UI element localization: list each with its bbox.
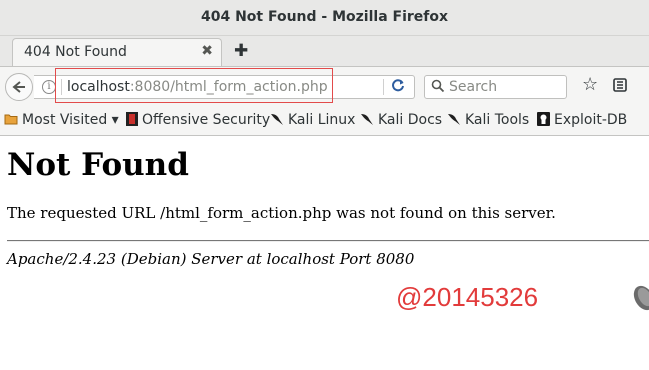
server-signature: Apache/2.4.23 (Debian) Server at localho… xyxy=(7,250,415,268)
bookmark-offensive-security[interactable]: Offensive Security xyxy=(126,112,270,128)
horizontal-rule xyxy=(7,240,649,242)
window-titlebar: 404 Not Found - Mozilla Firefox xyxy=(0,0,649,36)
reload-separator xyxy=(383,79,384,95)
kali-dragon-icon xyxy=(448,114,460,125)
search-input[interactable]: Search xyxy=(424,75,567,99)
tab-strip: 404 Not Found ✖ ✚ xyxy=(0,36,649,67)
bookmark-label: Most Visited ▾ xyxy=(22,112,119,128)
back-arrow-icon[interactable] xyxy=(5,73,33,101)
bookmark-kali-tools[interactable]: Kali Tools xyxy=(447,112,529,128)
bookmark-label: Exploit-DB xyxy=(554,112,628,128)
bookmarks-toolbar: Most Visited ▾ Offensive Security Kali L… xyxy=(0,106,649,136)
tab-close-icon[interactable]: ✖ xyxy=(201,43,213,59)
reload-icon[interactable] xyxy=(391,78,405,96)
bookmark-exploit-db[interactable]: Exploit-DB xyxy=(537,112,627,128)
url-highlight-annotation xyxy=(55,68,333,103)
folder-icon xyxy=(4,114,18,125)
bookmark-label: Offensive Security xyxy=(142,112,271,128)
bookmark-kali-docs[interactable]: Kali Docs xyxy=(360,112,442,128)
error-message: The requested URL /html_form_action.php … xyxy=(7,204,556,222)
tab-label: 404 Not Found xyxy=(24,44,127,60)
bookmark-label: Kali Docs xyxy=(378,112,443,128)
kali-dragon-icon xyxy=(361,114,373,125)
bookmark-kali-linux[interactable]: Kali Linux xyxy=(270,112,355,128)
site-info-icon[interactable]: i xyxy=(42,80,56,94)
student-id-watermark: @20145326 xyxy=(396,282,539,312)
satellite-dish-icon xyxy=(633,285,649,311)
new-tab-plus-icon[interactable]: ✚ xyxy=(234,41,248,61)
reading-list-icon[interactable] xyxy=(612,77,628,93)
bookmark-label: Kali Linux xyxy=(288,112,356,128)
bookmark-most-visited[interactable]: Most Visited ▾ xyxy=(4,112,119,128)
bookmark-label: Kali Tools xyxy=(465,112,530,128)
page-heading: Not Found xyxy=(7,147,189,183)
tab-404-not-found[interactable]: 404 Not Found ✖ xyxy=(12,38,222,67)
search-icon xyxy=(431,79,445,93)
search-placeholder: Search xyxy=(449,79,498,95)
kali-dragon-icon xyxy=(271,114,283,125)
page-content: Not Found The requested URL /html_form_a… xyxy=(0,137,649,370)
offsec-icon xyxy=(126,112,138,126)
exploitdb-icon xyxy=(537,112,550,126)
bookmark-star-icon[interactable]: ☆ xyxy=(582,74,598,95)
window-title: 404 Not Found - Mozilla Firefox xyxy=(200,9,449,25)
